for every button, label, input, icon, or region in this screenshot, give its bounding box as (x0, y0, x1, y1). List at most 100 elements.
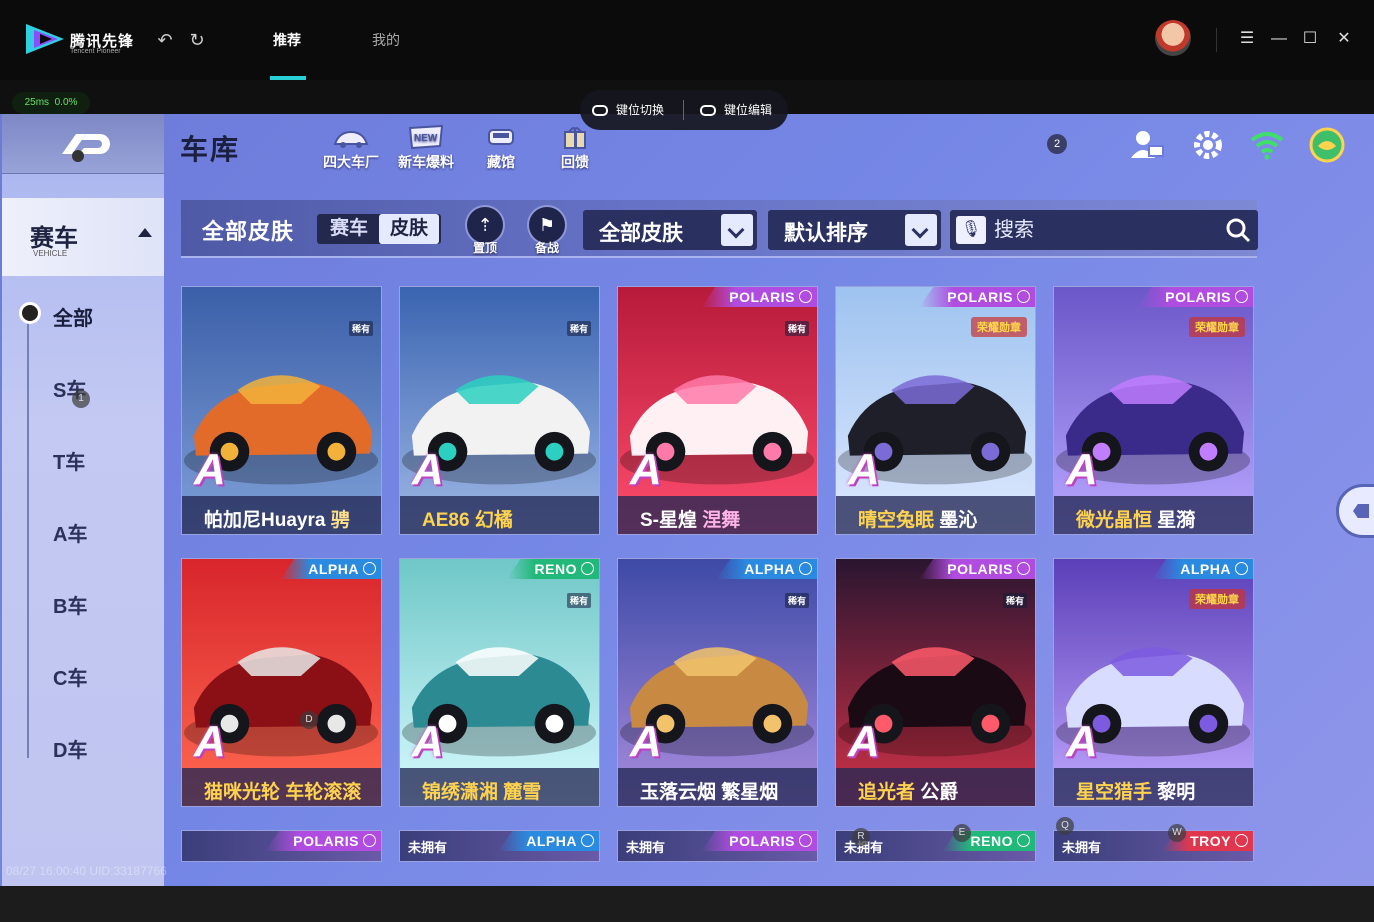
series-emblem-icon (799, 834, 812, 847)
skin-card[interactable]: ALPHA 稀有 A 玉落云烟 繁星烟 (617, 558, 818, 807)
uid-watermark: 08/27 16:00:40 UID:33187766 (6, 864, 167, 878)
skin-card[interactable]: POLARIS 荣耀勋章 A 微光晶恒 星漪 (1053, 286, 1254, 535)
side-panel-toggle[interactable] (1336, 484, 1374, 538)
section-title: 赛车 (30, 225, 78, 252)
skin-name: 骋 (330, 510, 350, 531)
collapse-caret-icon (138, 228, 152, 237)
rank-letter: A (630, 445, 662, 494)
series-name: TROY (1190, 833, 1231, 849)
tab-mine[interactable]: 我的 (372, 30, 400, 50)
vehicle-section-header[interactable]: 赛车 VEHICLE (2, 198, 164, 276)
series-badge: POLARIS (919, 559, 1035, 579)
segment-cars[interactable]: 赛车 (319, 214, 379, 244)
tool-rewards[interactable]: 回馈 (540, 124, 610, 172)
skin-card[interactable]: POLARIS 荣耀勋章 A 晴空兔眠 墨沁 (835, 286, 1036, 535)
gift-icon (564, 127, 586, 149)
rank-letter: A (848, 717, 880, 766)
key-hint: D (300, 711, 318, 729)
card-name-plate: S-星煌 涅舞 (618, 496, 817, 534)
sort-dropdown[interactable]: 默认排序 (768, 210, 941, 250)
series-badge: POLARIS (265, 831, 381, 851)
skin-card[interactable]: 稀有 A 帕加尼Huayra 骋 (181, 286, 382, 535)
sidebar-item-all[interactable]: 全部 (53, 302, 93, 331)
unowned-label: 未拥有 (408, 840, 448, 855)
skin-card[interactable]: POLARIS 稀有 A 追光者 公爵 (835, 558, 1036, 807)
settings-gear-icon[interactable] (1189, 126, 1227, 164)
series-emblem-icon (581, 834, 594, 847)
car-name: 晴空兔眠 墨沁 (858, 505, 977, 532)
series-name: ALPHA (1180, 561, 1231, 577)
skin-card[interactable]: ALPHA A 猫咪光轮 车轮滚滚 (181, 558, 382, 807)
game-viewport: 赛车 VEHICLE 全部 S车 T车 A车 B车 C车 D车 车库 四大车厂 … (0, 114, 1374, 886)
pin-top-button[interactable]: ⇡ 置顶 (462, 205, 508, 255)
player-emblem-icon[interactable] (1308, 126, 1346, 164)
type-segment-control: 赛车 皮肤 (317, 214, 441, 244)
series-badge: POLARIS (701, 287, 817, 307)
rank-letter: A (412, 717, 444, 766)
car-name: 星空猎手 黎明 (1076, 777, 1195, 804)
sidebar-item-t[interactable]: T车 (53, 446, 85, 475)
card-name-plate: 锦绣潇湘 麓雪 (400, 768, 599, 806)
tool-new-car-news[interactable]: NEW 新车爆料 (391, 124, 461, 172)
skin-card[interactable]: ALPHA 荣耀勋章 A 星空猎手 黎明 (1053, 558, 1254, 807)
prepare-battle-label: 备战 (534, 241, 559, 255)
close-icon[interactable]: ✕ (1333, 28, 1355, 50)
rarity-tag: 稀有 (784, 321, 809, 336)
skin-card[interactable]: POLARIS 稀有 A S-星煌 涅舞 (617, 286, 818, 535)
rank-letter: A (630, 717, 662, 766)
segment-skins[interactable]: 皮肤 (379, 214, 439, 244)
car-name: 帕加尼Huayra 骋 (204, 505, 350, 532)
friends-icon[interactable] (1129, 126, 1167, 164)
sidebar-item-a[interactable]: A车 (53, 518, 87, 547)
tab-recommended[interactable]: 推荐 (273, 30, 301, 50)
sidebar-item-d[interactable]: D车 (53, 734, 87, 763)
series-badge: ALPHA (716, 559, 817, 579)
search-icon[interactable] (1222, 214, 1254, 246)
unowned-label: 未拥有 (626, 840, 666, 855)
keybind-switch-button[interactable]: 键位切换 (592, 100, 664, 120)
microphone-icon[interactable]: 🎙 (956, 216, 986, 244)
keybind-divider (683, 100, 684, 120)
tool-four-factories[interactable]: 四大车厂 (316, 124, 386, 172)
keybind-switch-label: 键位切换 (616, 103, 665, 117)
svg-text:NEW: NEW (414, 133, 438, 144)
rarity-tag: 稀有 (566, 593, 591, 608)
card-name-plate: 晴空兔眠 墨沁 (836, 496, 1035, 534)
search-input[interactable] (994, 214, 1214, 246)
series-badge: POLARIS (1137, 287, 1253, 307)
skin-name: 麓雪 (503, 782, 542, 803)
car-name-text: AE86 (422, 510, 470, 531)
menu-icon[interactable]: ☰ (1236, 28, 1258, 50)
tool-collection[interactable]: 藏馆 (466, 124, 536, 172)
skin-type-dropdown[interactable]: 全部皮肤 (583, 210, 757, 250)
collection-car-icon (488, 129, 514, 145)
prepare-battle-button[interactable]: ⚑ 备战 (524, 205, 570, 255)
series-name: ALPHA (308, 561, 359, 577)
skin-card[interactable]: 未拥有 POLARIS (617, 830, 818, 862)
sidebar-item-b[interactable]: B车 (53, 590, 87, 619)
skin-card[interactable]: 稀有 A AE86 幻橘 (399, 286, 600, 535)
tool-label: 新车爆料 (398, 154, 454, 170)
series-name: POLARIS (729, 833, 795, 849)
notification-badge: 2 (1047, 134, 1067, 154)
back-icon[interactable]: ↶ (155, 30, 175, 50)
car-name-text: 追光者 (858, 782, 916, 803)
sidebar-item-c[interactable]: C车 (53, 662, 87, 691)
user-avatar[interactable] (1155, 20, 1191, 56)
chevron-down-icon (905, 214, 937, 246)
key-hint: E (953, 824, 971, 842)
loss-value: 0.0% (54, 97, 78, 108)
maximize-icon[interactable]: ☐ (1299, 28, 1321, 50)
skin-card[interactable]: RENO 稀有 A 锦绣潇湘 麓雪 (399, 558, 600, 807)
minimize-icon[interactable]: — (1268, 28, 1290, 50)
key-hint: 1 (72, 390, 90, 408)
keybind-edit-button[interactable]: 键位编辑 (700, 100, 772, 120)
skin-card[interactable]: POLARIS (181, 830, 382, 862)
skin-filter-bar: 全部皮肤 赛车 皮肤 ⇡ 置顶 ⚑ 备战 全部皮肤 默认排序 🎙 搜索 (181, 200, 1258, 258)
bottom-strip (0, 886, 1374, 922)
refresh-icon[interactable]: ↻ (187, 30, 207, 50)
game-logo-icon (62, 134, 110, 162)
skin-card[interactable]: 未拥有 ALPHA (399, 830, 600, 862)
rank-letter: A (1066, 445, 1098, 494)
skin-card[interactable]: 未拥有 TROY (1053, 830, 1254, 862)
